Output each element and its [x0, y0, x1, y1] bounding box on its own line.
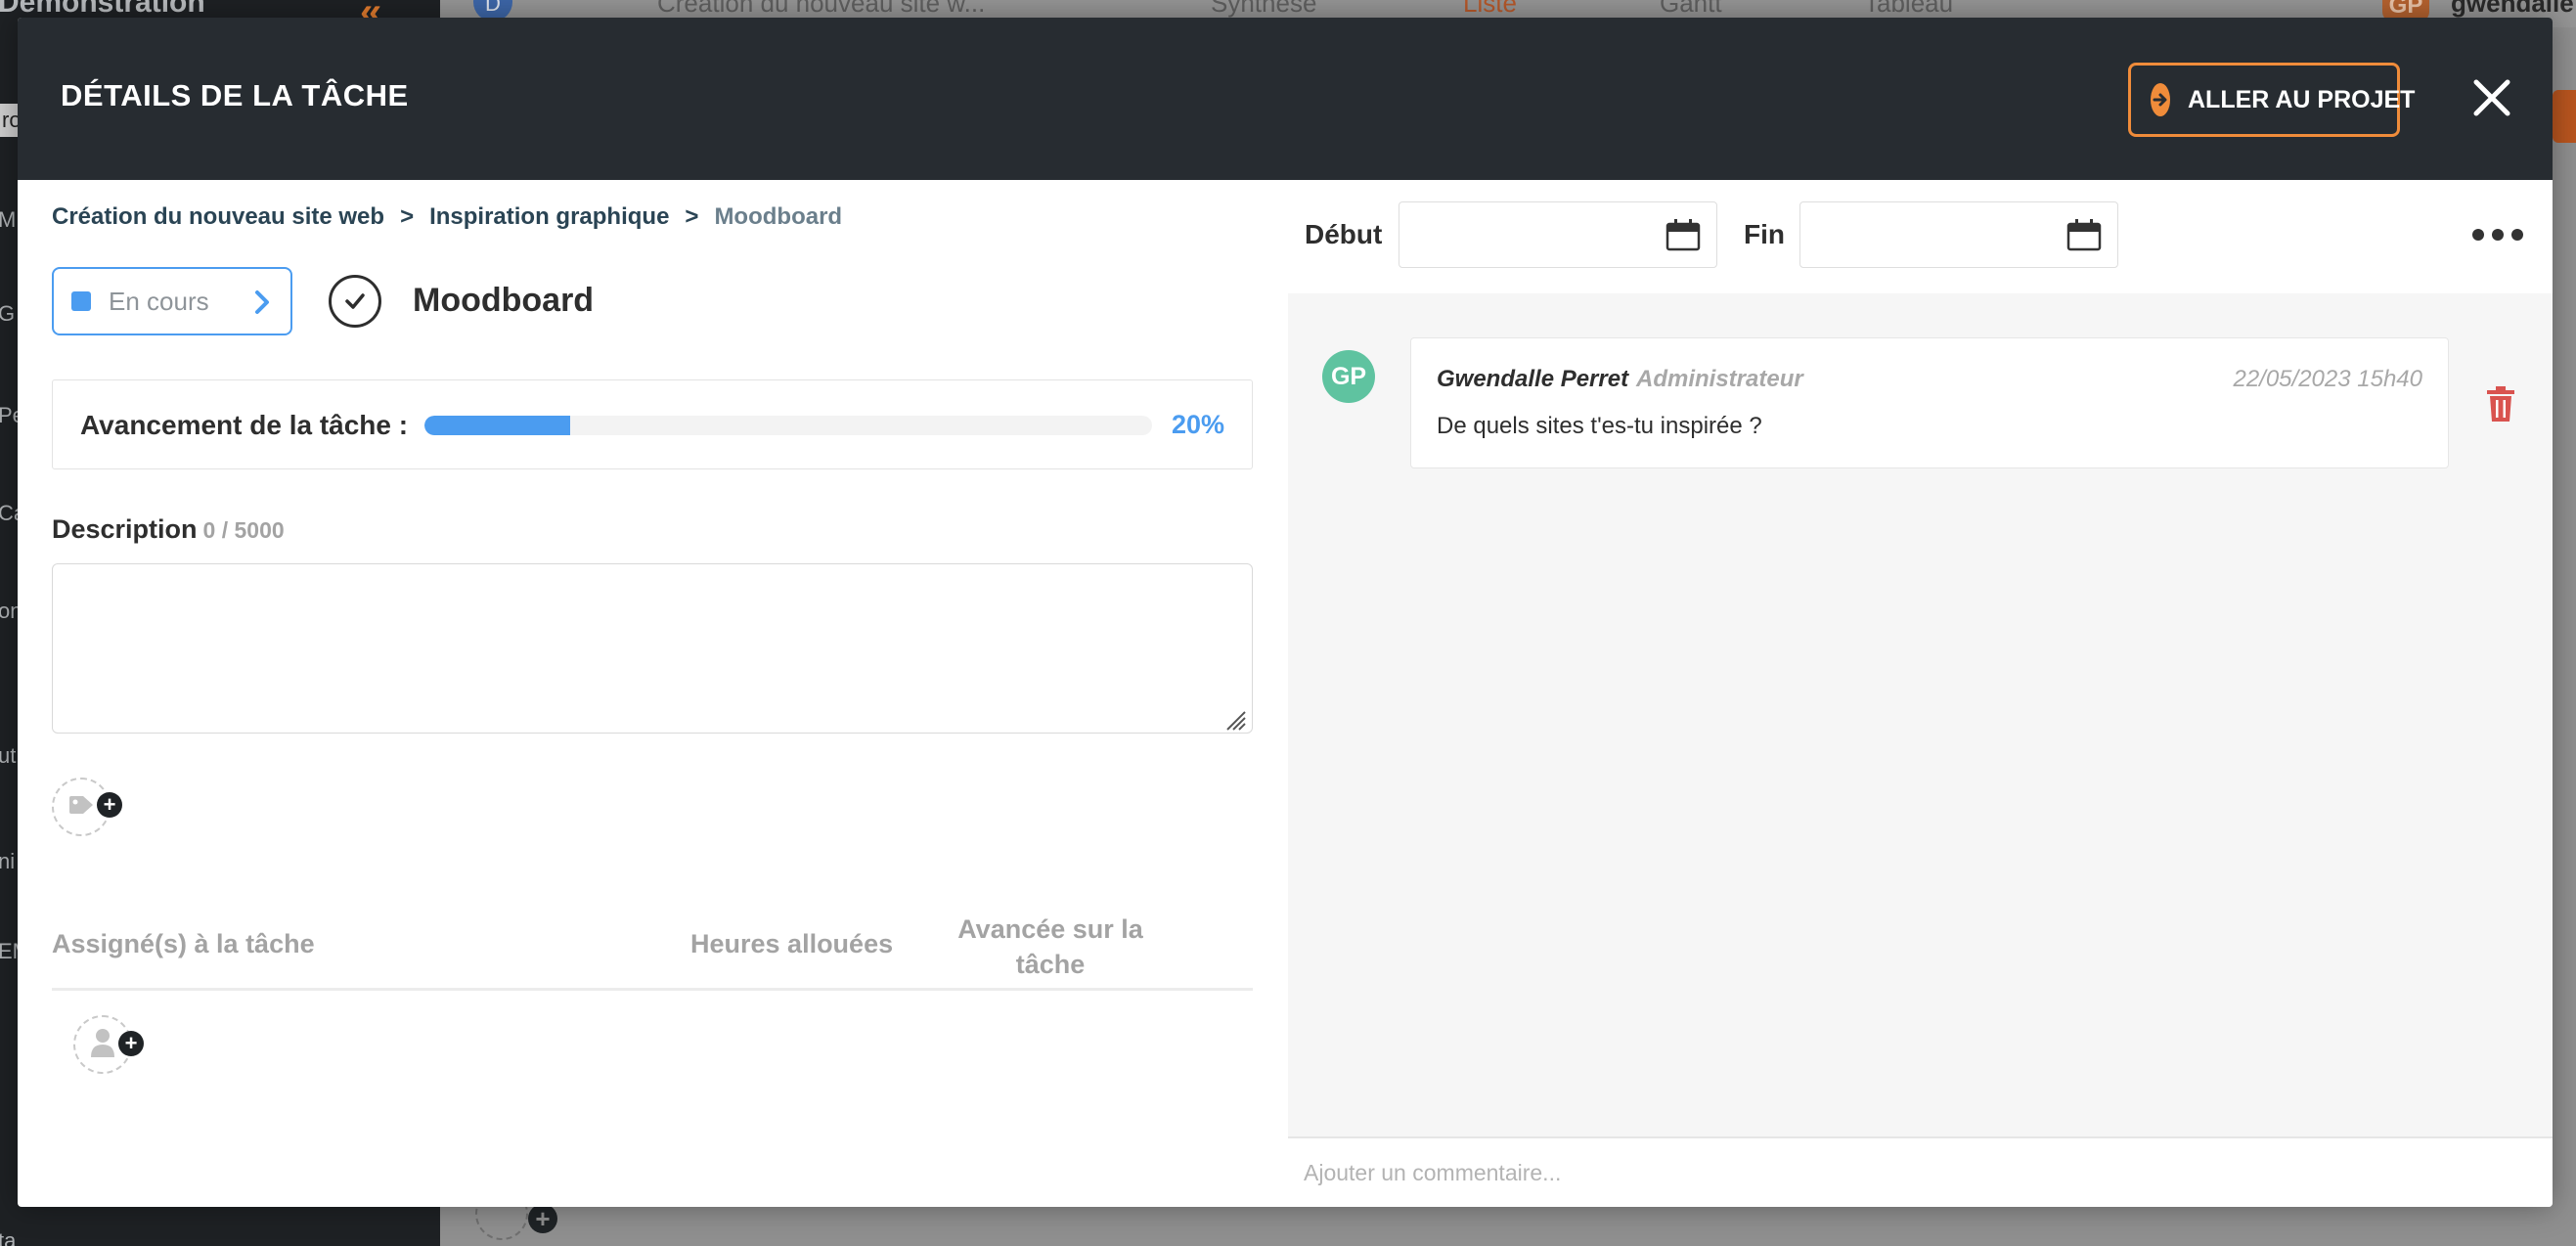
status-button[interactable]: En cours	[52, 267, 292, 335]
person-icon	[90, 1028, 115, 1062]
comment-timestamp: 22/05/2023 15h40	[2233, 366, 2422, 392]
calendar-icon	[2066, 218, 2102, 256]
comment-author-role: Administrateur	[1636, 366, 1803, 392]
close-icon[interactable]	[2470, 76, 2513, 119]
start-date-input[interactable]	[1399, 201, 1717, 268]
tab-synthese[interactable]: Synthèse	[1211, 0, 1316, 19]
status-color-square	[71, 291, 91, 311]
breadcrumb-separator: >	[400, 203, 415, 230]
modal-header: DÉTAILS DE LA TÂCHE ALLER AU PROJET	[18, 18, 2553, 180]
create-button[interactable]	[2553, 90, 2576, 143]
sidebar-item[interactable]: ni	[0, 849, 15, 874]
complete-task-check-icon[interactable]	[329, 275, 381, 328]
workspace-title: Démonstration	[0, 0, 205, 19]
comment-author: Gwendalle Perret	[1437, 366, 1629, 392]
go-to-project-button[interactable]: ALLER AU PROJET	[2128, 63, 2415, 137]
resize-handle-icon[interactable]	[1223, 708, 1247, 732]
description-textarea[interactable]	[52, 563, 1253, 734]
add-assignee-plus-icon[interactable]: +	[118, 1031, 144, 1056]
hours-column-header: Heures allouées	[690, 929, 894, 958]
add-tag-plus-icon[interactable]: +	[97, 792, 122, 818]
sidebar-item[interactable]: ut	[0, 743, 16, 769]
start-date-label: Début	[1305, 219, 1383, 249]
task-title[interactable]: Moodboard	[413, 282, 594, 320]
more-dot	[2511, 229, 2523, 241]
assignees-column-header: Assigné(s) à la tâche	[52, 929, 315, 958]
go-to-project-label: ALLER AU PROJET	[2188, 85, 2416, 113]
comment-author-avatar: GP	[1322, 350, 1375, 403]
task-progress-box: Avancement de la tâche : 20%	[52, 379, 1253, 469]
comment-text: De quels sites t'es-tu inspirée ?	[1437, 413, 1762, 439]
end-date-input[interactable]	[1799, 201, 2118, 268]
sidebar-item[interactable]: M	[0, 207, 16, 233]
progress-column-header: Avancée sur la tâche	[957, 914, 1143, 979]
plus-icon[interactable]: +	[528, 1204, 557, 1233]
delete-comment-trash-icon[interactable]	[2486, 385, 2515, 423]
progress-percentage: 20%	[1172, 410, 1225, 439]
calendar-icon	[1666, 218, 1701, 256]
breadcrumb-current: Moodboard	[714, 203, 843, 230]
project-select[interactable]: Création du nouveau site w...	[657, 0, 985, 19]
breadcrumb: Création du nouveau site web > Inspirati…	[52, 203, 842, 231]
description-title: Description	[52, 514, 198, 544]
breadcrumb-section[interactable]: Inspiration graphique	[429, 203, 669, 231]
task-details-modal: DÉTAILS DE LA TÂCHE ALLER AU PROJET Créa…	[18, 18, 2553, 1207]
more-options-icon[interactable]	[2472, 223, 2523, 246]
arrow-right-circle-icon	[2151, 83, 2170, 116]
modal-title: DÉTAILS DE LA TÂCHE	[61, 78, 409, 112]
comment-card: Gwendalle Perret Administrateur 22/05/20…	[1410, 337, 2449, 468]
progress-bar[interactable]	[424, 416, 1152, 435]
sidebar-item[interactable]: G	[0, 301, 15, 327]
sidebar-item[interactable]: ta	[0, 1228, 16, 1246]
breadcrumb-separator: >	[685, 203, 699, 230]
tab-liste[interactable]: Liste	[1463, 0, 1517, 19]
description-label: Description 0 / 5000	[52, 514, 285, 545]
breadcrumb-project[interactable]: Création du nouveau site web	[52, 203, 384, 231]
progress-label: Avancement de la tâche :	[80, 410, 409, 440]
tag-icon	[67, 794, 95, 821]
more-dot	[2492, 229, 2504, 241]
table-divider	[52, 988, 1253, 991]
end-date-label: Fin	[1744, 219, 1785, 249]
add-comment-input[interactable]	[1288, 1138, 2553, 1207]
description-char-count: 0 / 5000	[202, 517, 285, 543]
user-name[interactable]: gwendalle	[2451, 0, 2574, 19]
status-label: En cours	[109, 286, 209, 316]
progress-bar-fill	[424, 416, 570, 435]
tab-tableau[interactable]: Tableau	[1864, 0, 1953, 19]
tab-gantt[interactable]: Gantt	[1660, 0, 1722, 19]
chevron-right-icon	[253, 289, 271, 321]
more-dot	[2472, 229, 2484, 241]
